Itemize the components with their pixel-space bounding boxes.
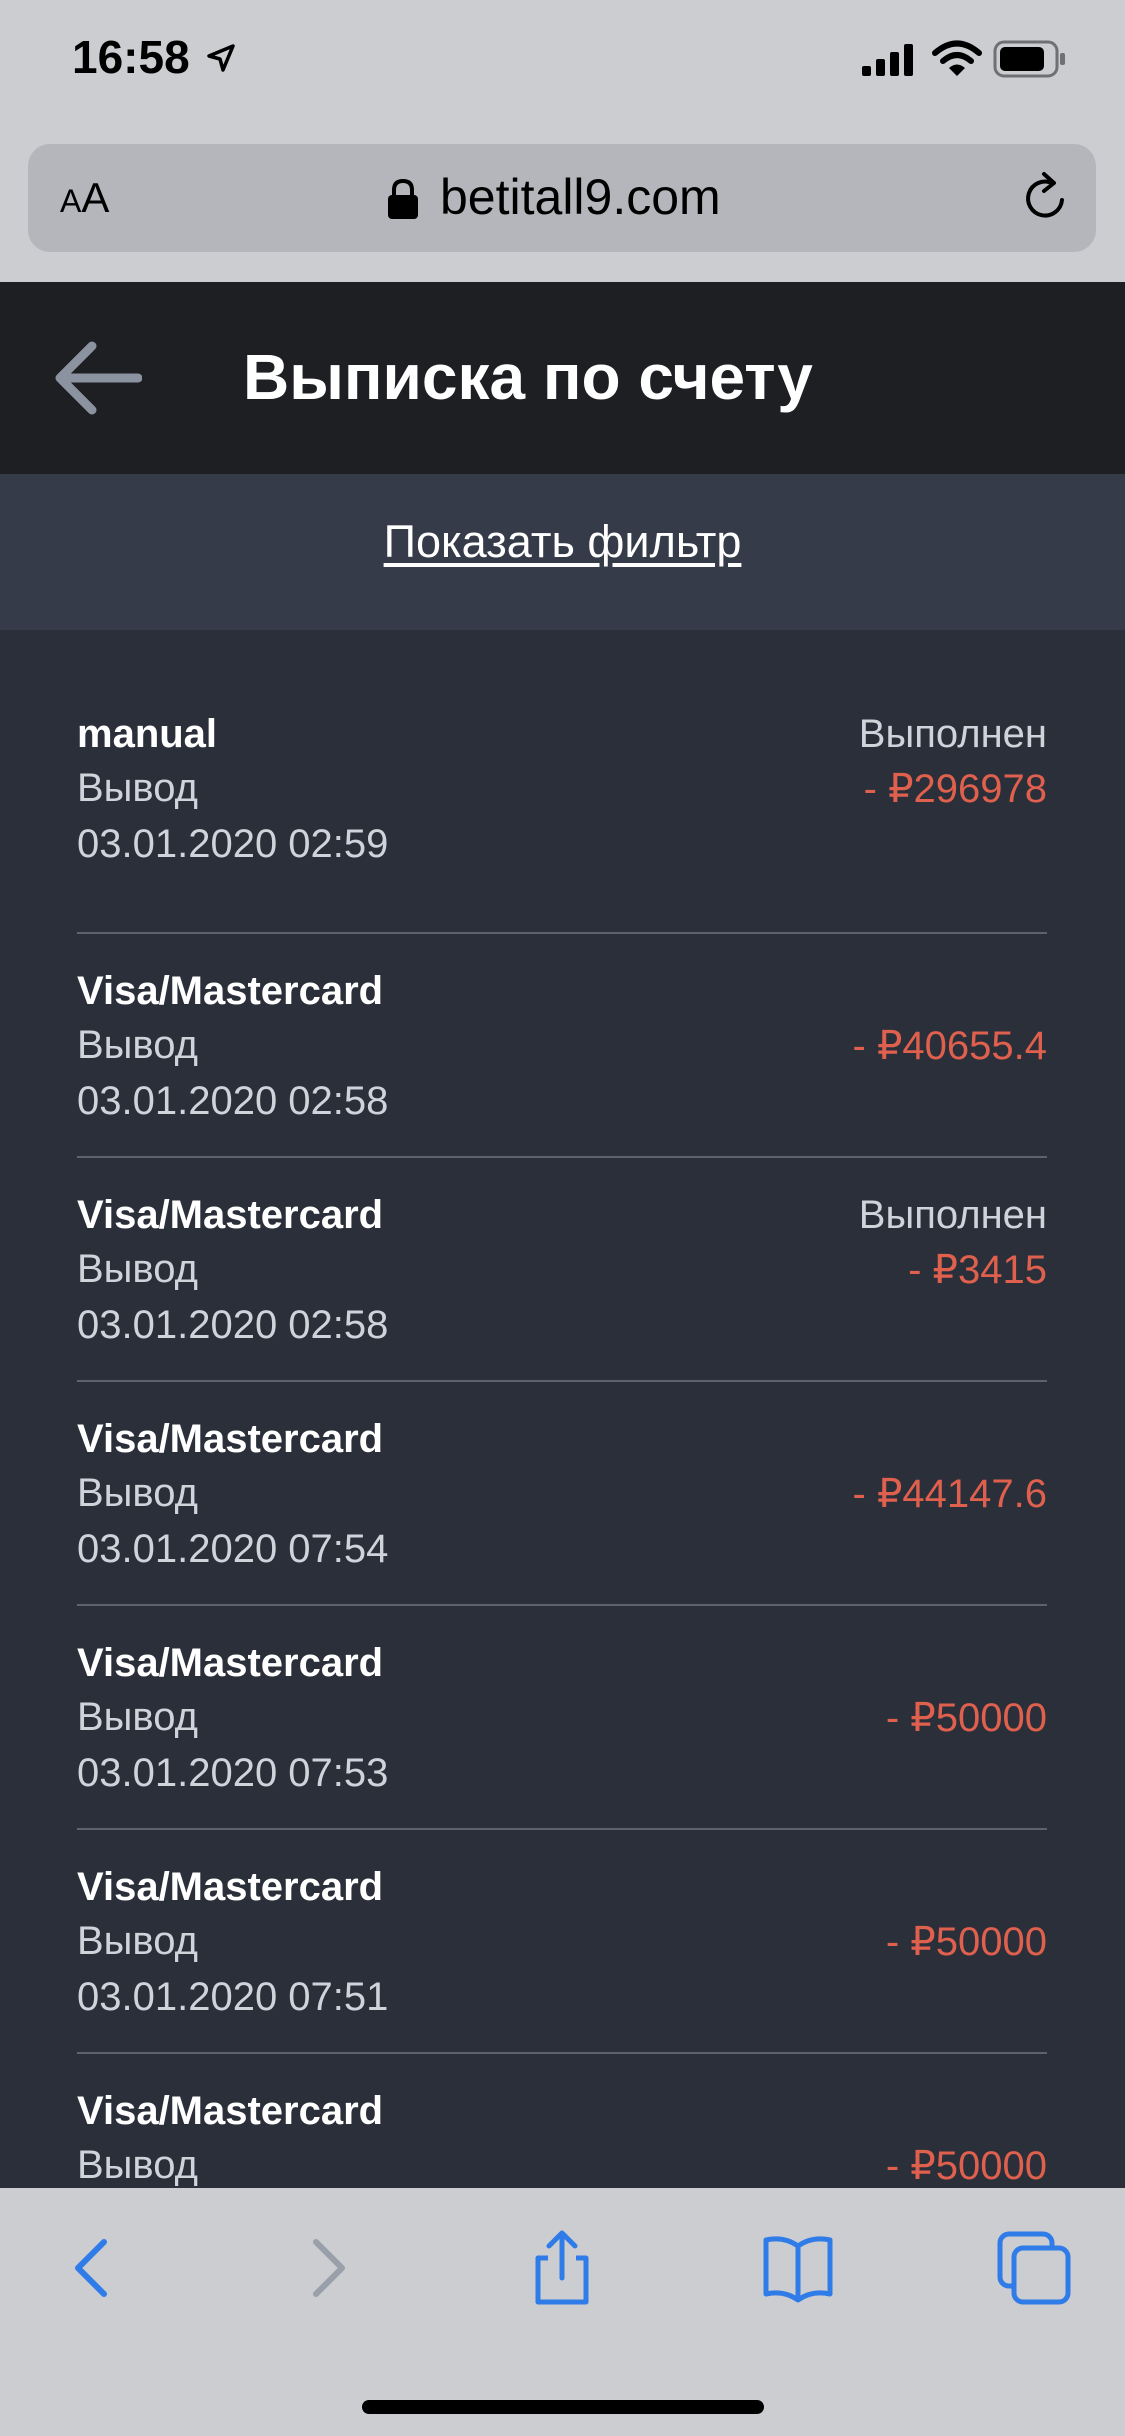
address-bar[interactable]: AA betitall9.com (28, 144, 1096, 252)
transaction-type: Вывод (77, 1695, 198, 1739)
share-icon[interactable] (522, 2228, 602, 2308)
transaction-list[interactable]: manual Вывод 03.01.2020 02:59 Выполнен - ₽29… (0, 630, 1125, 2188)
home-indicator (362, 2400, 764, 2414)
aa-large-letter: A (81, 174, 110, 221)
transaction-status: Выполнен (858, 712, 1047, 756)
transaction-method: Visa/Mastercard (77, 1417, 384, 1461)
transaction-type: Вывод (77, 1471, 198, 1515)
transaction-amount: - ₽50000 (885, 1696, 1047, 1740)
transaction-method: Visa/Mastercard (77, 1865, 384, 1909)
transaction-type: Вывод (77, 766, 198, 810)
transaction-date: 03.01.2020 02:58 (77, 1079, 389, 1123)
status-time: 16:58 (72, 31, 190, 83)
transaction-list-inner: manual Вывод 03.01.2020 02:59 Выполнен - ₽29… (77, 710, 1047, 2188)
forward-icon[interactable] (286, 2228, 366, 2308)
transaction-date: 03.01.2020 02:59 (77, 822, 389, 866)
reader-settings-button[interactable]: AA (60, 174, 109, 222)
filter-bar: Показать фильтр (0, 474, 1125, 630)
transaction-row[interactable]: Visa/Mastercard Вывод 03.01.2020 07:51 - ₽5… (77, 1830, 1047, 2054)
transaction-type: Вывод (77, 2143, 198, 2187)
wifi-icon (932, 40, 982, 76)
transaction-type: Вывод (77, 1023, 198, 1067)
transaction-row[interactable]: manual Вывод 03.01.2020 02:59 Выполнен - ₽29… (77, 710, 1047, 934)
transaction-date: 03.01.2020 07:54 (77, 1527, 389, 1571)
aa-small-letter: A (60, 183, 82, 219)
cellular-signal-icon (862, 44, 913, 76)
battery-icon (993, 40, 1065, 78)
transaction-date: 03.01.2020 02:58 (77, 1303, 389, 1347)
transaction-row[interactable]: Visa/Mastercard Вывод 03.01.2020 02:58 - ₽4… (77, 934, 1047, 1158)
back-icon[interactable] (54, 2228, 134, 2308)
transaction-amount: - ₽50000 (885, 2144, 1047, 2188)
transaction-amount: - ₽44147.6 (852, 1472, 1047, 1516)
url-text[interactable]: betitall9.com (440, 168, 721, 226)
tabs-icon[interactable] (994, 2228, 1074, 2308)
transaction-method: Visa/Mastercard (77, 969, 384, 1013)
reload-icon[interactable] (1018, 170, 1074, 226)
location-arrow-icon (207, 44, 235, 72)
transaction-row[interactable]: Visa/Mastercard Вывод 03.01.2020 02:58 Выпо… (77, 1158, 1047, 1382)
status-bar: 16:58 (0, 0, 1125, 130)
transaction-amount: - ₽296978 (863, 767, 1047, 811)
browser-toolbar (0, 2188, 1125, 2436)
transaction-method: Visa/Mastercard (77, 1193, 384, 1237)
transaction-amount: - ₽50000 (885, 1920, 1047, 1964)
transaction-row[interactable]: Visa/Mastercard Вывод 03.01.2020 07:53 - ₽5… (77, 1606, 1047, 1830)
transaction-date: 03.01.2020 07:51 (77, 1975, 389, 2019)
transaction-amount: - ₽3415 (908, 1248, 1047, 1292)
back-arrow-icon[interactable] (52, 338, 142, 418)
bookmarks-icon[interactable] (758, 2228, 838, 2308)
show-filter-link[interactable]: Показать фильтр (384, 516, 742, 568)
transaction-date: 03.01.2020 07:53 (77, 1751, 389, 1795)
transaction-amount: - ₽40655.4 (852, 1024, 1047, 1068)
transaction-status: Выполнен (858, 1193, 1047, 1237)
lock-icon (388, 178, 418, 219)
transaction-method: Visa/Mastercard (77, 2089, 384, 2133)
transaction-method: manual (77, 712, 218, 756)
transaction-type: Вывод (77, 1247, 198, 1291)
page-title: Выписка по счету (243, 341, 813, 413)
transaction-type: Вывод (77, 1919, 198, 1963)
page-header: Выписка по счету (0, 282, 1125, 474)
transaction-row[interactable]: Visa/MastercardВывод03.01.2020 07:48- ₽5… (77, 2054, 1047, 2188)
transaction-method: Visa/Mastercard (77, 1641, 384, 1685)
browser-address-area: AA betitall9.com (0, 130, 1125, 282)
transaction-row[interactable]: Visa/Mastercard Вывод 03.01.2020 07:54 - ₽4… (77, 1382, 1047, 1606)
